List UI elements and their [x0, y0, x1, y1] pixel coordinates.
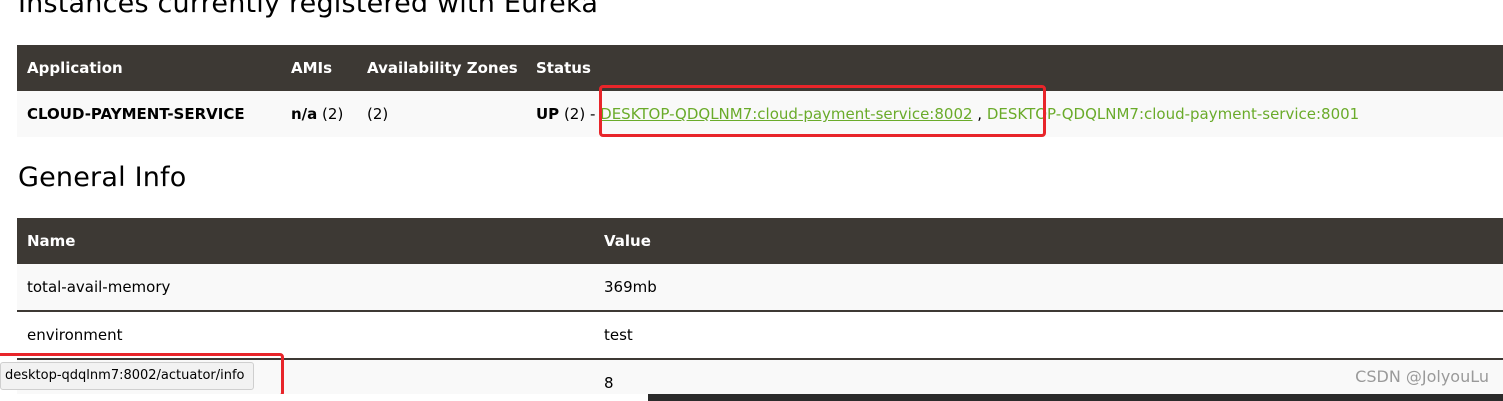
info-name: total-avail-memory — [17, 264, 594, 311]
table-row: total-avail-memory 369mb — [17, 264, 1503, 311]
instance-link-8002[interactable]: DESKTOP-QDQLNM7:cloud-payment-service:80… — [600, 105, 972, 123]
column-header-availability-zones: Availability Zones — [357, 45, 526, 91]
underlying-window-strip — [0, 394, 1503, 401]
column-header-amis: AMIs — [281, 45, 357, 91]
info-value: test — [594, 311, 1503, 359]
column-header-value: Value — [594, 218, 1503, 264]
instance-link-8001[interactable]: DESKTOP-QDQLNM7:cloud-payment-service:80… — [987, 105, 1359, 123]
instances-header-row: Application AMIs Availability Zones Stat… — [17, 45, 1503, 91]
column-header-application: Application — [17, 45, 281, 91]
column-header-name: Name — [17, 218, 594, 264]
general-header-row: Name Value — [17, 218, 1503, 264]
instance-link-separator: , — [972, 105, 987, 123]
browser-status-bar-url: desktop-qdqlnm7:8002/actuator/info — [0, 362, 254, 390]
info-value: 369mb — [594, 264, 1503, 311]
column-header-status: Status — [526, 45, 1503, 91]
application-name: CLOUD-PAYMENT-SERVICE — [17, 91, 281, 137]
underlying-console-strip — [648, 394, 1503, 401]
table-row: environment test — [17, 311, 1503, 359]
status-up-label: UP — [536, 105, 560, 123]
eureka-dashboard-page: Instances currently registered with Eure… — [0, 0, 1503, 401]
amis-cell: n/a (2) — [281, 91, 357, 137]
status-cell: UP (2) - DESKTOP-QDQLNM7:cloud-payment-s… — [526, 91, 1503, 137]
info-name: environment — [17, 311, 594, 359]
instances-heading: Instances currently registered with Eure… — [18, 0, 599, 19]
watermark: CSDN @JolyouLu — [1355, 367, 1489, 386]
general-info-heading: General Info — [18, 162, 187, 193]
status-count: (2) - — [559, 105, 601, 123]
table-row: CLOUD-PAYMENT-SERVICE n/a (2) (2) UP (2)… — [17, 91, 1503, 137]
amis-count: (2) — [317, 105, 344, 123]
availability-zones-value: (2) — [357, 91, 526, 137]
amis-value: n/a — [291, 105, 318, 123]
instances-table: Application AMIs Availability Zones Stat… — [17, 45, 1503, 137]
